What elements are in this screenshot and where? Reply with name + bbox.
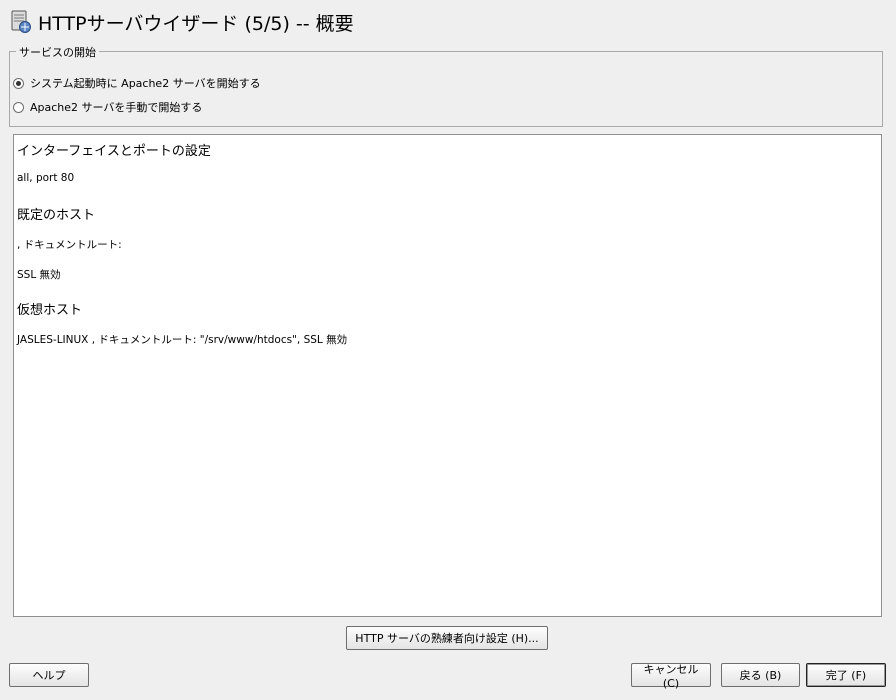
server-icon: [11, 10, 31, 33]
radio-unchecked-icon[interactable]: [13, 101, 24, 113]
interface-heading: インターフェイスとポートの設定: [17, 144, 211, 159]
help-button[interactable]: ヘルプ: [9, 663, 89, 687]
radio-checked-icon[interactable]: [13, 77, 24, 89]
summary-panel: インターフェイスとポートの設定 all, port 80 既定のホスト , ドキ…: [13, 134, 882, 617]
wizard-header: HTTPサーバウイザード (5/5) -- 概要: [10, 8, 354, 36]
interface-value: all, port 80: [17, 172, 75, 184]
cancel-button[interactable]: キャンセル (C): [631, 663, 711, 690]
default-host-heading: 既定のホスト: [17, 208, 96, 223]
http-server-wizard-window: HTTPサーバウイザード (5/5) -- 概要 サービスの開始 システム起動時…: [0, 0, 896, 700]
page-title: HTTPサーバウイザード (5/5) -- 概要: [38, 12, 354, 35]
default-host-docroot: , ドキュメントルート:: [17, 239, 122, 251]
start-at-boot-radio[interactable]: システム起動時に Apache2 サーバを開始する: [13, 75, 261, 91]
start-at-boot-label: システム起動時に Apache2 サーバを開始する: [30, 77, 261, 90]
service-start-legend: サービスの開始: [16, 44, 99, 60]
service-start-group: サービスの開始 システム起動時に Apache2 サーバを開始する Apache…: [9, 44, 883, 127]
default-host-ssl: SSL 無効: [17, 269, 61, 281]
start-manually-label: Apache2 サーバを手動で開始する: [30, 101, 203, 114]
virtual-host-entry: JASLES-LINUX , ドキュメントルート: "/srv/www/htdo…: [17, 334, 348, 346]
start-manually-radio[interactable]: Apache2 サーバを手動で開始する: [13, 99, 202, 115]
finish-button[interactable]: 完了 (F): [806, 663, 886, 687]
expert-settings-button[interactable]: HTTP サーバの熟練者向け設定 (H)...: [346, 626, 548, 650]
virtual-hosts-heading: 仮想ホスト: [17, 303, 83, 318]
back-button[interactable]: 戻る (B): [721, 663, 800, 687]
